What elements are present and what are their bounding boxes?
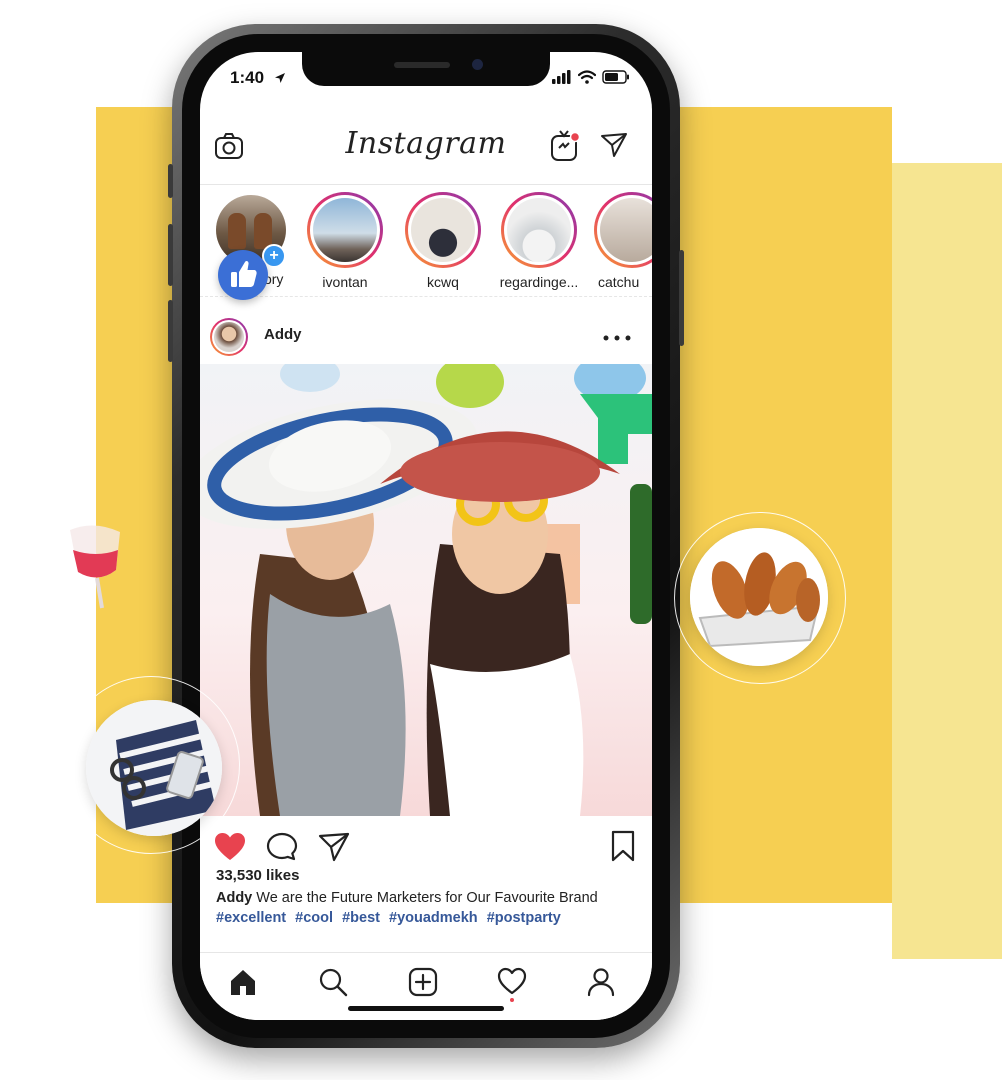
party-photo-illustration: [200, 364, 652, 816]
bookmark-icon[interactable]: [610, 830, 636, 862]
comment-icon[interactable]: [266, 832, 298, 862]
hashtags: #excellent #cool #best #youadmekh #postp…: [216, 910, 566, 926]
home-icon[interactable]: [228, 967, 258, 997]
post-image: [200, 364, 652, 816]
wine-glass-icon: [70, 525, 120, 609]
wifi-icon: [578, 70, 596, 84]
volume-up-button: [168, 224, 173, 286]
front-camera: [472, 59, 483, 70]
earpiece-speaker: [394, 62, 450, 68]
post-username[interactable]: Addy: [264, 326, 302, 343]
activity-heart-icon[interactable]: [497, 967, 527, 1003]
hashtag[interactable]: #excellent: [216, 910, 286, 926]
story-avatar: [600, 198, 652, 262]
direct-message-icon[interactable]: [600, 132, 628, 158]
heart-icon[interactable]: [214, 832, 246, 862]
story-catchu[interactable]: catchu: [594, 192, 652, 290]
caption-text: We are the Future Marketers for Our Favo…: [256, 890, 598, 906]
background-light-yellow-block: [892, 163, 1002, 959]
hashtag[interactable]: #cool: [295, 910, 333, 926]
home-indicator: [348, 1006, 504, 1011]
profile-icon[interactable]: [586, 967, 616, 997]
instagram-logo: Instagram: [345, 126, 507, 161]
phone-frame: 1:40 Instagram + ivontan kcwq regardinge…: [168, 24, 684, 1048]
story-label: regardinge...: [499, 274, 579, 290]
story-avatar: [411, 198, 475, 262]
location-arrow-icon: [275, 73, 285, 83]
power-button: [679, 250, 684, 346]
notch: [302, 52, 550, 86]
hashtag[interactable]: #postparty: [487, 910, 561, 926]
mute-switch: [168, 164, 173, 198]
volume-down-button: [168, 300, 173, 362]
fried-chicken-illustration: [690, 528, 828, 666]
post-header: Addy: [200, 310, 652, 364]
striped-shirt-illustration: [86, 700, 222, 836]
post-caption: Addy We are the Future Marketers for Our…: [216, 890, 642, 906]
more-options-icon[interactable]: [602, 334, 632, 342]
add-post-icon[interactable]: [408, 967, 438, 997]
share-icon[interactable]: [318, 832, 350, 862]
facebook-like-badge: [218, 250, 268, 300]
fried-chicken-circle-photo: [690, 528, 828, 666]
battery-icon: [602, 70, 629, 84]
search-icon[interactable]: [318, 967, 348, 997]
hashtag[interactable]: #best: [342, 910, 380, 926]
status-time: 1:40: [230, 68, 265, 87]
phone-screen: 1:40 Instagram + ivontan kcwq regardinge…: [200, 52, 652, 1020]
story-label: kcwq: [427, 274, 459, 290]
accessories-circle-photo: [86, 700, 222, 836]
hashtag[interactable]: #youadmekh: [389, 910, 478, 926]
igtv-icon[interactable]: [550, 130, 580, 162]
story-label: catchu: [598, 274, 640, 290]
post-avatar[interactable]: [210, 318, 248, 356]
story-avatar: [507, 198, 571, 262]
caption-username[interactable]: Addy: [216, 890, 252, 906]
story-label: ivontan: [322, 274, 368, 290]
cellular-signal-icon: [552, 70, 571, 84]
story-kcwq[interactable]: kcwq: [400, 192, 486, 290]
likes-count[interactable]: 33,530 likes: [216, 867, 299, 884]
wine-glass-decoration: [64, 520, 134, 610]
story-avatar: [313, 198, 377, 262]
story-regardinge[interactable]: regardinge...: [496, 192, 582, 290]
thumbs-up-icon: [231, 260, 257, 287]
instagram-header: Instagram: [200, 110, 652, 185]
story-ivontan[interactable]: ivontan: [302, 192, 388, 290]
